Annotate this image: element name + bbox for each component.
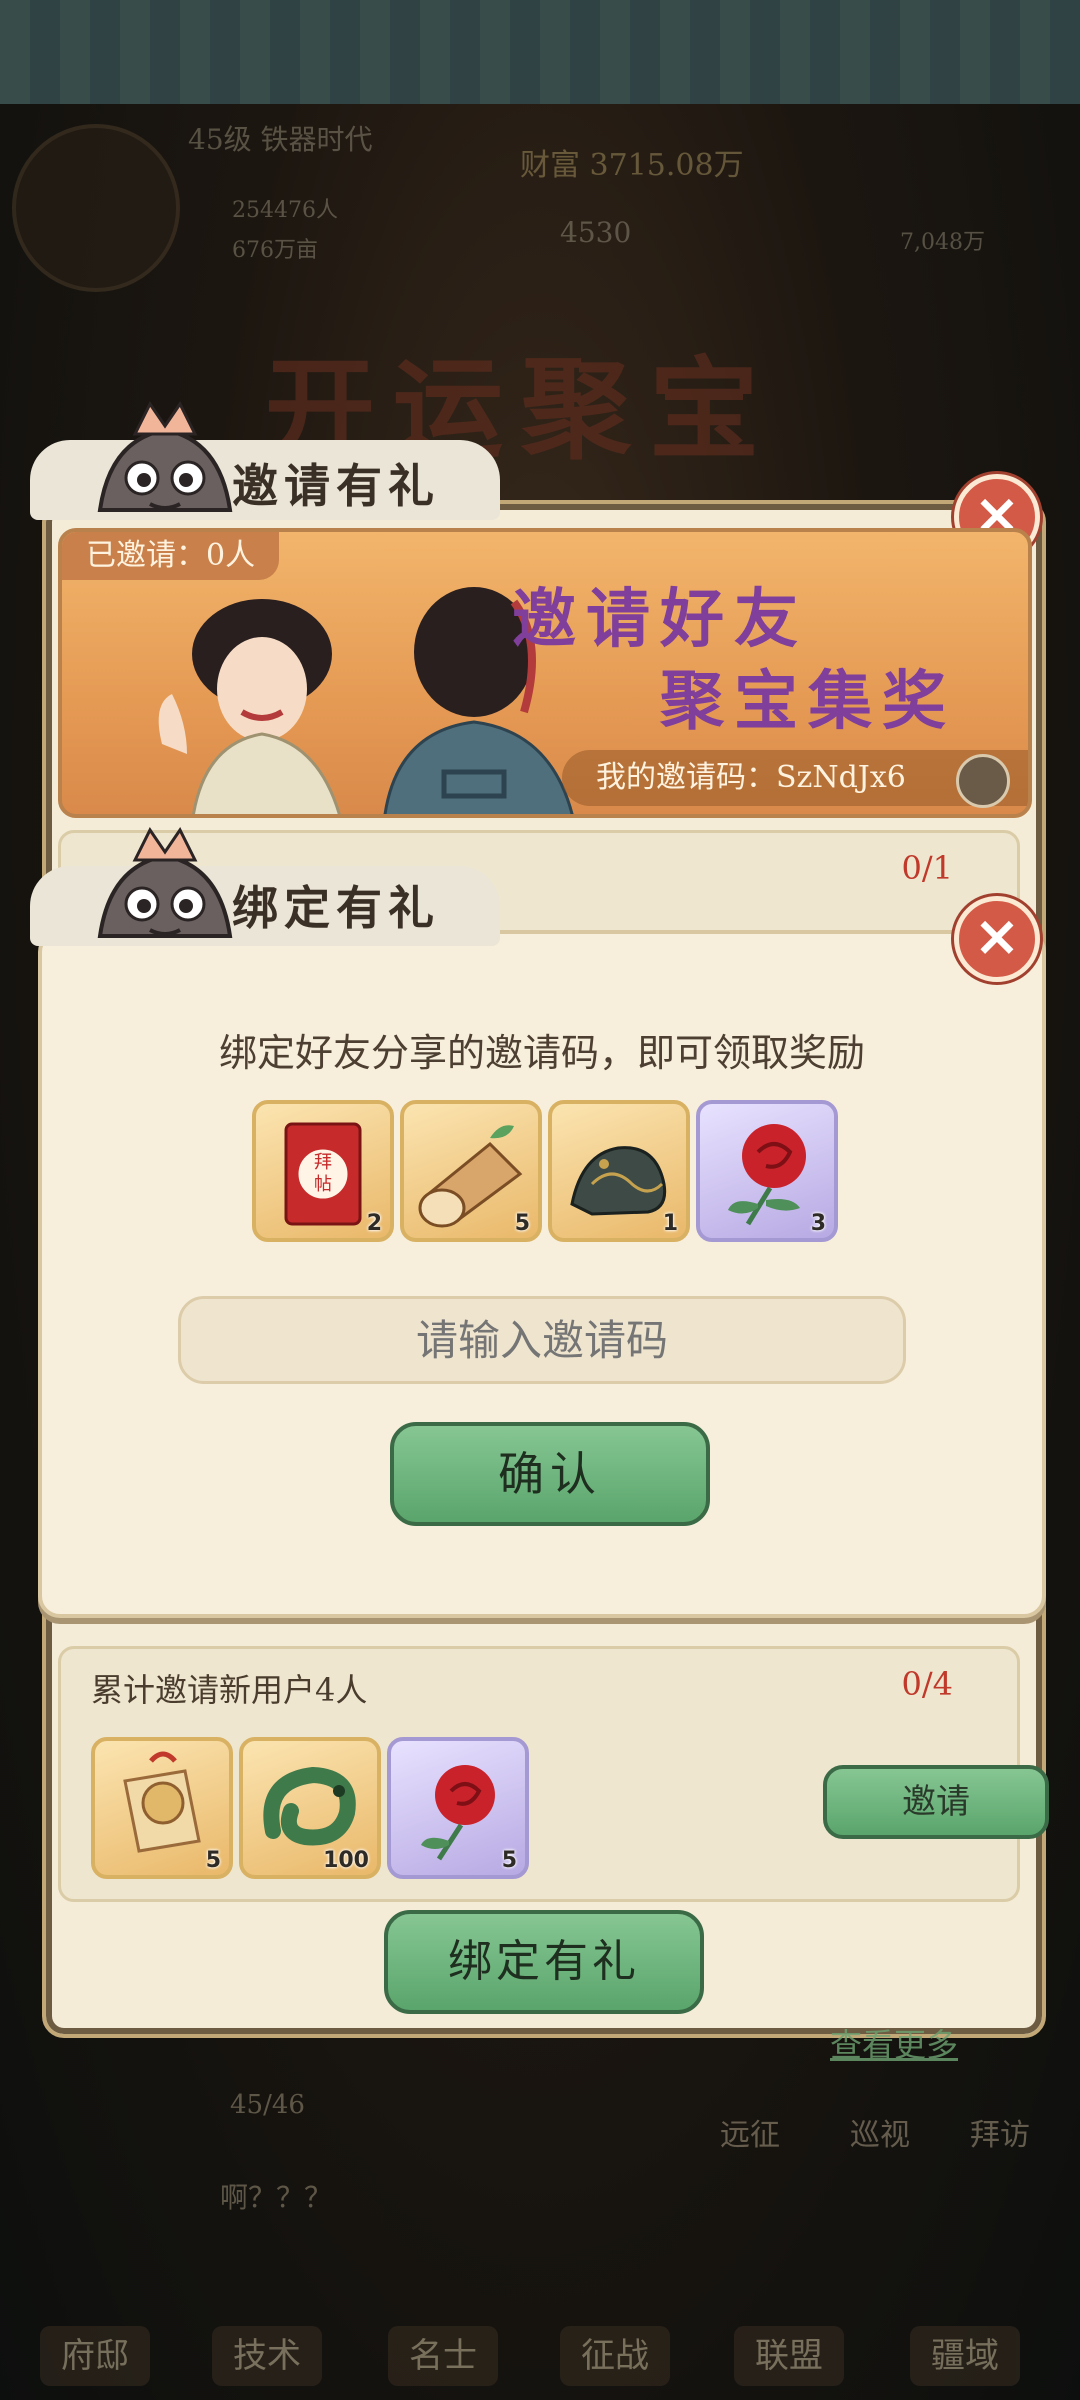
confirm-button[interactable]: 确认 (390, 1422, 710, 1526)
grain-stat: 4530 (560, 216, 632, 249)
reward-count: 2 (366, 1211, 382, 1236)
player-avatar[interactable] (12, 124, 180, 292)
nav-mansion[interactable]: 府邸 (40, 2326, 150, 2386)
nav-alliance[interactable]: 联盟 (734, 2326, 844, 2386)
bind-instruction: 绑定好友分享的邀请码，即可领取奖励 (218, 1031, 865, 1075)
background-progress: 45/46 (230, 2090, 305, 2120)
nav-territory[interactable]: 疆域 (910, 2326, 1020, 2386)
nav-scholars[interactable]: 名士 (388, 2326, 498, 2386)
bind-reward-wood[interactable]: 5 (400, 1100, 542, 1242)
bind-code-dialog: 绑定好友分享的邀请码，即可领取奖励 拜 帖 2 5 1 3 请输入邀请码 确认 (38, 930, 1046, 1618)
reward-count: 100 (323, 1848, 369, 1873)
reward-count: 5 (501, 1848, 517, 1873)
invite-code-input[interactable] (178, 1296, 906, 1384)
bind-dialog-title: 绑定有礼 (232, 881, 440, 935)
status-bar (0, 0, 1080, 104)
chat-message: 啊？？？ (220, 2181, 333, 2214)
task-2-reward-amulet[interactable]: 5 (91, 1737, 233, 1879)
invitation-label-bottom: 帖 (314, 1174, 332, 1195)
food-stat: 7,048万 (900, 230, 985, 255)
dragon-mascot-icon (97, 827, 233, 938)
bind-reward-bronze[interactable]: 1 (548, 1100, 690, 1242)
invited-count: 已邀请：0人 (62, 532, 280, 580)
task-2-reward-jade[interactable]: 100 (239, 1737, 381, 1879)
banner-headline-1: 邀请好友 (512, 582, 808, 657)
bind-gift-button[interactable]: 绑定有礼 (384, 1910, 704, 2014)
invite-button[interactable]: 邀请 (823, 1765, 1049, 1839)
invite-task-2: 累计邀请新用户4人 0/4 5 100 5 邀请 (58, 1646, 1049, 1902)
reward-count: 3 (810, 1211, 826, 1236)
bottom-nav: 府邸 技术 名士 征战 联盟 疆域 (0, 2290, 1080, 2400)
bind-dialog-close-button[interactable]: × (954, 896, 1040, 982)
reward-count: 5 (514, 1211, 530, 1236)
dragon-mascot-icon (97, 401, 233, 512)
side-label-visit: 拜访 (970, 2118, 1030, 2153)
player-level: 45级 铁器时代 (188, 123, 373, 156)
nav-battle[interactable]: 征战 (560, 2326, 670, 2386)
player-hud: 45级 铁器时代 254476人 676万亩 财富 3715.08万 4530 … (0, 104, 1080, 294)
banner-headline-2: 聚宝集奖 (660, 664, 956, 739)
nav-technology[interactable]: 技术 (212, 2326, 322, 2386)
invite-panel-title: 邀请有礼 (232, 459, 440, 513)
task-1-progress: 0/1 (901, 849, 954, 887)
invitation-label-top: 拜 (314, 1152, 332, 1173)
side-label-expedition: 远征 (720, 2118, 780, 2153)
side-label-patrol: 巡视 (850, 2118, 910, 2153)
task-2-progress: 0/4 (901, 1665, 954, 1703)
bind-reward-rose[interactable]: 3 (696, 1100, 838, 1242)
reward-count: 5 (205, 1848, 221, 1873)
bind-reward-invitation[interactable]: 拜 帖 2 (252, 1100, 394, 1242)
view-more-link[interactable]: 查看更多 (830, 2020, 958, 2066)
population-stat: 254476人 (232, 198, 338, 223)
land-stat: 676万亩 (232, 238, 318, 263)
invite-banner: 已邀请：0人 邀请好友 聚宝集奖 我的邀请码：SzNdJx6 (58, 528, 1032, 818)
bind-rewards: 拜 帖 2 5 1 3 (252, 1100, 892, 1242)
reward-count: 1 (662, 1211, 678, 1236)
copy-code-icon[interactable] (956, 754, 1010, 808)
task-2-title: 累计邀请新用户4人 (91, 1671, 368, 1709)
task-2-reward-rose[interactable]: 5 (387, 1737, 529, 1879)
wealth-stat: 财富 3715.08万 (520, 148, 744, 183)
